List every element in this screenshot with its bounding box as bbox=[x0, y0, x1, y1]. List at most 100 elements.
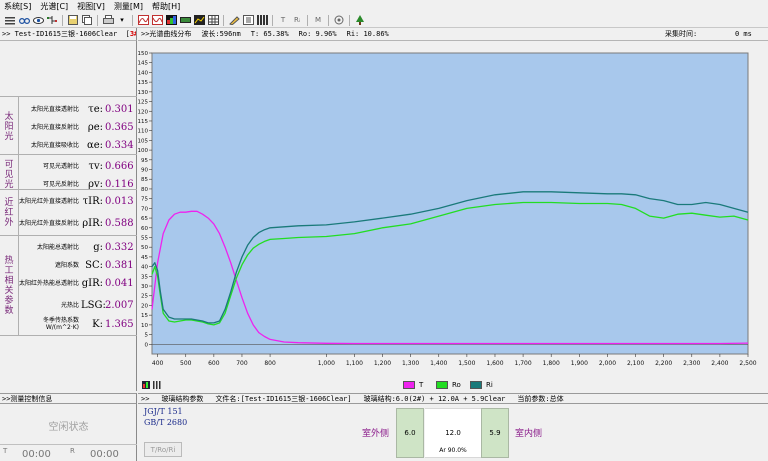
param-value: 0.588 bbox=[105, 217, 134, 229]
legend-ri-swatch bbox=[470, 381, 482, 389]
y-tick-label: 125 bbox=[138, 100, 148, 106]
menu-system[interactable]: 系统[S] bbox=[4, 1, 31, 12]
param-symbol: LSG: bbox=[81, 299, 106, 311]
legend-t-swatch bbox=[403, 381, 415, 389]
y-tick-label: 50 bbox=[141, 245, 148, 251]
menu-lines-icon[interactable] bbox=[4, 15, 16, 26]
spectrum-r-icon[interactable] bbox=[151, 15, 163, 26]
standard-jgj: JGJ/T 151 bbox=[144, 407, 183, 416]
spectrum-chart[interactable]: 0 5 10 15 20 25 30 35 40 45 50 55 60 65 70 75 80 85 90 95 10… bbox=[138, 41, 768, 380]
glass-structure-panel: JGJ/T 151 GB/T 2680 T/Ro/Ri 室外侧 6.0 12.0… bbox=[138, 404, 768, 461]
dropdown-icon[interactable]: ▾ bbox=[116, 15, 128, 26]
toolbar: ▾ T Rᵢ M bbox=[0, 13, 768, 28]
param-value: 0.381 bbox=[105, 259, 134, 271]
menu-view[interactable]: 视图[V] bbox=[77, 1, 105, 12]
y-tick-label: 145 bbox=[138, 61, 148, 67]
param-symbol: τIR: bbox=[82, 195, 103, 207]
tree-icon[interactable] bbox=[46, 15, 58, 26]
param-label: 冬季传热系数 W/(m^2·K) bbox=[42, 317, 79, 331]
menu-help[interactable]: 帮助[H] bbox=[152, 1, 180, 12]
copy-icon[interactable] bbox=[81, 15, 93, 26]
legend-ri[interactable]: Ri bbox=[470, 381, 493, 389]
param-label: 可见光反射比 bbox=[42, 180, 79, 188]
legend-ri-label: Ri bbox=[486, 381, 493, 389]
param-value: 1.365 bbox=[105, 318, 134, 330]
row-tau-ir: 太阳光红外直接透射比 τIR: 0.013 bbox=[19, 192, 136, 210]
t-icon[interactable]: T bbox=[277, 15, 289, 26]
save-icon[interactable] bbox=[67, 15, 79, 26]
y-tick-label: 115 bbox=[138, 119, 148, 125]
legend-ro-label: Ro bbox=[452, 381, 461, 389]
y-tick-label: 10 bbox=[141, 323, 148, 329]
glasses-icon[interactable] bbox=[18, 15, 30, 26]
grid-icon[interactable] bbox=[207, 15, 219, 26]
chart-icon[interactable] bbox=[193, 15, 205, 26]
print-icon[interactable] bbox=[102, 15, 114, 26]
y-tick-label: 85 bbox=[141, 177, 148, 183]
results-panel: 太阳光 太阳光直接透射比 τe: 0.301 太阳光直接反射比 ρe: 0.36… bbox=[0, 41, 137, 391]
param-value: 2.007 bbox=[105, 299, 134, 311]
y-tick-label: 5 bbox=[145, 333, 149, 339]
tree-green-icon[interactable] bbox=[354, 15, 366, 26]
param-label: 太阳光直接吸收比 bbox=[30, 141, 79, 149]
export-icon[interactable] bbox=[242, 15, 254, 26]
param-label: 太阳光红外直接反射比 bbox=[19, 219, 80, 227]
group-solar: 太阳光 太阳光直接透射比 τe: 0.301 太阳光直接反射比 ρe: 0.36… bbox=[0, 96, 137, 156]
x-tick-label: 2,300 bbox=[683, 360, 700, 367]
m-icon[interactable]: M bbox=[312, 15, 324, 26]
pen-icon[interactable] bbox=[228, 15, 240, 26]
group-solar-title: 太阳光 bbox=[4, 112, 14, 142]
param-value: 0.666 bbox=[105, 160, 134, 172]
y-tick-label: 95 bbox=[141, 158, 148, 164]
row-gir: 太阳红外热能总透射比 gIR: 0.041 bbox=[19, 274, 136, 292]
param-label: 太阳红外热能总透射比 bbox=[19, 279, 80, 287]
y-tick-label: 75 bbox=[141, 197, 148, 203]
target-icon[interactable] bbox=[333, 15, 345, 26]
x-tick-label: 2,000 bbox=[599, 360, 616, 367]
glass-pane-inner-value: 5.9 bbox=[489, 429, 501, 437]
chart-mode-icon[interactable] bbox=[142, 381, 150, 391]
param-label: 太阳光红外直接透射比 bbox=[19, 197, 80, 205]
scale-icon[interactable] bbox=[179, 15, 191, 26]
color-chart-icon[interactable] bbox=[165, 15, 177, 26]
param-label: 太阳能总透射比 bbox=[36, 243, 79, 251]
eye-icon[interactable] bbox=[32, 15, 44, 26]
menu-measure[interactable]: 测量[M] bbox=[114, 1, 143, 12]
param-value: 0.013 bbox=[105, 195, 134, 207]
row-lsg: 光热比 LSG: 2.007 bbox=[19, 296, 136, 314]
y-tick-label: 130 bbox=[138, 90, 148, 96]
columns-icon[interactable] bbox=[256, 15, 268, 26]
y-tick-label: 120 bbox=[138, 109, 148, 115]
x-tick-label: 400 bbox=[152, 360, 164, 367]
gas-gap[interactable]: 12.0 Ar 90.0% bbox=[425, 408, 481, 458]
x-tick-label: 700 bbox=[236, 360, 248, 367]
param-value: 0.332 bbox=[105, 241, 134, 253]
structure-strip-prefix: >> bbox=[141, 394, 150, 403]
acquire-time-label: 采集时间: bbox=[665, 30, 698, 38]
wavelength-readout: 波长:596nm bbox=[201, 30, 241, 38]
param-symbol: gIR: bbox=[81, 277, 103, 289]
r-timer-label: R bbox=[70, 447, 75, 455]
structure-strip: >> 玻璃结构参数 文件名:[Test-ID1615三银-1606Clear] … bbox=[138, 393, 768, 404]
row-alpha-e: 太阳光直接吸收比 αe: 0.334 bbox=[19, 136, 136, 154]
r-icon[interactable]: Rᵢ bbox=[291, 15, 303, 26]
structure-label: 玻璃结构:6.0(2#) + 12.0A + 5.9Clear bbox=[363, 394, 506, 403]
spectrum-strip-title: >>光谱曲线分布 bbox=[141, 30, 192, 38]
group-nir-title: 近红外 bbox=[4, 198, 14, 228]
legend-t[interactable]: T bbox=[403, 381, 423, 389]
legend-ro[interactable]: Ro bbox=[436, 381, 461, 389]
x-tick-label: 1,100 bbox=[346, 360, 363, 367]
glass-pane-outer[interactable]: 6.0 bbox=[396, 408, 424, 458]
columns-mode-icon[interactable] bbox=[153, 381, 161, 391]
t-ro-ri-button[interactable]: T/Ro/Ri bbox=[144, 442, 182, 457]
row-rho-ir: 太阳光红外直接反射比 ρIR: 0.588 bbox=[19, 214, 136, 232]
y-tick-label: 25 bbox=[141, 294, 148, 300]
spectrum-t-icon[interactable] bbox=[137, 15, 149, 26]
menu-bar: 系统[S] 光谱[C] 视图[V] 测量[M] 帮助[H] bbox=[0, 0, 768, 13]
group-thermal: 热工相关参数 太阳能总透射比 g: 0.332 遮阳系数 SC: 0.381 太… bbox=[0, 235, 137, 335]
param-value: 0.334 bbox=[105, 139, 134, 151]
glass-pane-inner[interactable]: 5.9 bbox=[481, 408, 509, 458]
legend-ro-swatch bbox=[436, 381, 448, 389]
menu-spectrum[interactable]: 光谱[C] bbox=[40, 1, 68, 12]
acquire-time-value: 0 ms bbox=[735, 30, 752, 38]
